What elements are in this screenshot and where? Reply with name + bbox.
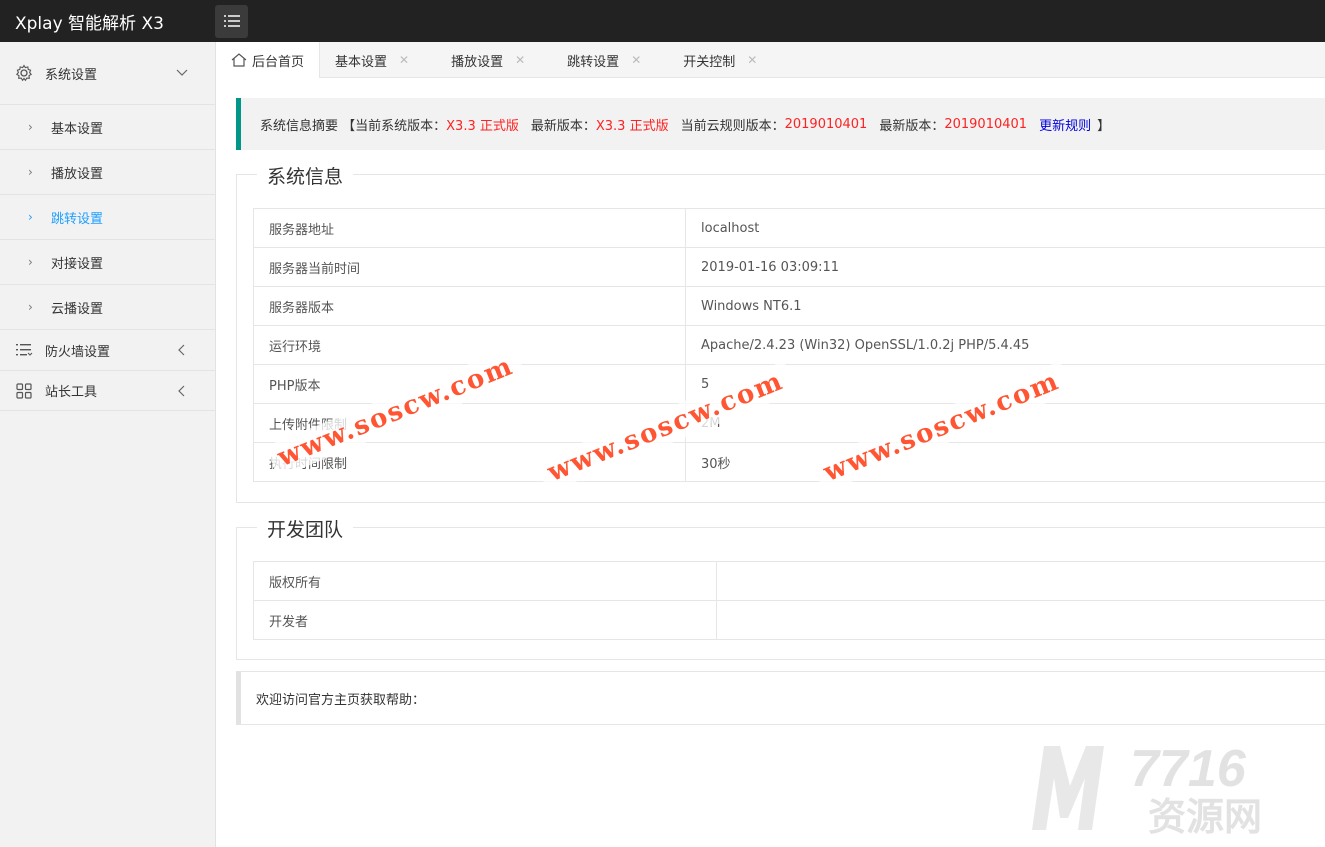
chevron-left-icon	[178, 344, 185, 356]
brand-watermark-logo: 7716 资源网	[1030, 738, 1320, 839]
summary-suffix: 】	[1097, 118, 1111, 134]
chevron-right-icon: ›	[28, 300, 33, 314]
sidebar-group-webmaster-tools[interactable]: 站长工具	[0, 370, 215, 411]
table-value: 30秒	[685, 442, 1325, 482]
table-key: 服务器版本	[253, 286, 686, 326]
dev-team-section: 开发团队 版权所有 开发者	[236, 515, 1325, 660]
table-row: 开发者	[253, 600, 1325, 640]
sidebar-item-label: 播放设置	[51, 166, 104, 182]
sidebar-item-cloud-play-settings[interactable]: › 云播设置	[0, 284, 215, 329]
sidebar-item-integration-settings[interactable]: › 对接设置	[0, 239, 215, 284]
rule-version-label: 当前云规则版本：	[680, 118, 785, 134]
table-row: 服务器版本 Windows NT6.1	[253, 286, 1325, 326]
sidebar-group-firewall-settings[interactable]: 防火墙设置	[0, 329, 215, 370]
menu-toggle-button[interactable]	[215, 4, 248, 38]
latest-rule-version: 2019010401	[944, 116, 1028, 132]
system-info-section: 系统信息 服务器地址 localhost 服务器当前时间 2019-01-16 …	[236, 162, 1325, 503]
grid-icon	[14, 381, 34, 401]
table-key: 版权所有	[253, 561, 717, 601]
dev-team-table: 版权所有 开发者	[253, 561, 1325, 640]
tab-label: 后台首页	[252, 54, 305, 70]
chevron-right-icon: ›	[28, 210, 33, 224]
sidebar-item-basic-settings[interactable]: › 基本设置	[0, 104, 215, 149]
menu-icon	[223, 15, 240, 27]
close-icon[interactable]: ✕	[515, 53, 525, 67]
sidebar-item-label: 跳转设置	[51, 211, 104, 227]
latest-version-label: 最新版本：	[530, 118, 596, 134]
table-value	[716, 561, 1325, 601]
table-key: 开发者	[253, 600, 717, 640]
welcome-text: 欢迎访问官方主页获取帮助：	[256, 692, 426, 708]
table-row: 版权所有	[253, 561, 1325, 601]
close-icon[interactable]: ✕	[631, 53, 641, 67]
list-icon	[14, 340, 34, 360]
summary-prefix: 系统信息摘要 【当前系统版本：	[260, 118, 447, 134]
sidebar-item-label: 云播设置	[51, 301, 104, 317]
system-info-title: 系统信息	[257, 162, 354, 189]
top-bar: Xplay 智能解析 X3	[0, 0, 1325, 42]
latest-rule-label: 最新版本：	[879, 118, 945, 134]
table-row: 执行时间限制 30秒	[253, 442, 1325, 482]
chevron-right-icon: ›	[28, 120, 33, 134]
tab-label: 开关控制	[683, 54, 736, 70]
table-value	[716, 600, 1325, 640]
welcome-bar: 欢迎访问官方主页获取帮助：	[236, 671, 1325, 725]
tab-dashboard[interactable]: 后台首页	[216, 42, 321, 78]
table-value: Windows NT6.1	[685, 286, 1325, 326]
gear-icon	[14, 63, 34, 83]
sidebar-item-redirect-settings[interactable]: › 跳转设置	[0, 194, 215, 239]
chevron-right-icon: ›	[28, 255, 33, 269]
system-info-table: 服务器地址 localhost 服务器当前时间 2019-01-16 03:09…	[253, 208, 1325, 482]
table-row: 服务器地址 localhost	[253, 208, 1325, 248]
sidebar-group-system-settings[interactable]: 系统设置	[0, 42, 215, 104]
brand-text: 资源网	[1148, 795, 1262, 838]
latest-version: X3.3 正式版	[595, 118, 669, 134]
table-value: Apache/2.4.23 (Win32) OpenSSL/1.0.2j PHP…	[685, 325, 1325, 365]
chevron-right-icon: ›	[28, 165, 33, 179]
home-icon	[231, 53, 247, 67]
table-row: 服务器当前时间 2019-01-16 03:09:11	[253, 247, 1325, 287]
table-key: 运行环境	[253, 325, 686, 365]
app-title: Xplay 智能解析 X3	[15, 13, 164, 34]
chevron-down-icon	[176, 69, 188, 76]
tab-label: 播放设置	[451, 54, 504, 70]
sidebar: 系统设置 › 基本设置 › 播放设置 › 跳转设置 › 对接设置 › 云播设置 …	[0, 42, 216, 847]
sidebar-group-label: 站长工具	[45, 385, 98, 400]
sidebar-item-label: 基本设置	[51, 121, 104, 137]
sidebar-item-label: 对接设置	[51, 256, 104, 272]
sidebar-item-play-settings[interactable]: › 播放设置	[0, 149, 215, 194]
table-row: 运行环境 Apache/2.4.23 (Win32) OpenSSL/1.0.2…	[253, 325, 1325, 365]
sidebar-group-label: 系统设置	[45, 67, 98, 83]
table-key: 服务器地址	[253, 208, 686, 248]
table-key: 服务器当前时间	[253, 247, 686, 287]
brand-number: 7716	[1130, 740, 1247, 798]
tab-play-settings[interactable]: 播放设置 ✕	[424, 42, 540, 78]
tab-basic-settings[interactable]: 基本设置 ✕	[320, 42, 424, 78]
tab-switch-control[interactable]: 开关控制 ✕	[656, 42, 772, 78]
tab-bar: 后台首页 基本设置 ✕ 播放设置 ✕ 跳转设置 ✕ 开关控制 ✕	[216, 42, 1325, 78]
table-value: localhost	[685, 208, 1325, 248]
sidebar-group-label: 防火墙设置	[45, 344, 111, 360]
current-version: X3.3 正式版	[446, 118, 519, 134]
dev-team-title: 开发团队	[257, 515, 354, 542]
update-rules-link[interactable]: 更新规则	[1039, 115, 1091, 134]
system-summary-bar: 系统信息摘要 【当前系统版本： X3.3 正式版 最新版本： X3.3 正式版 …	[236, 98, 1325, 150]
table-value: 2019-01-16 03:09:11	[685, 247, 1325, 287]
tab-label: 基本设置	[335, 54, 388, 70]
close-icon[interactable]: ✕	[399, 53, 409, 67]
tab-redirect-settings[interactable]: 跳转设置 ✕	[540, 42, 656, 78]
close-icon[interactable]: ✕	[747, 53, 757, 67]
rule-version: 2019010401	[784, 116, 868, 132]
tab-label: 跳转设置	[567, 54, 620, 70]
chevron-left-icon	[178, 385, 185, 396]
